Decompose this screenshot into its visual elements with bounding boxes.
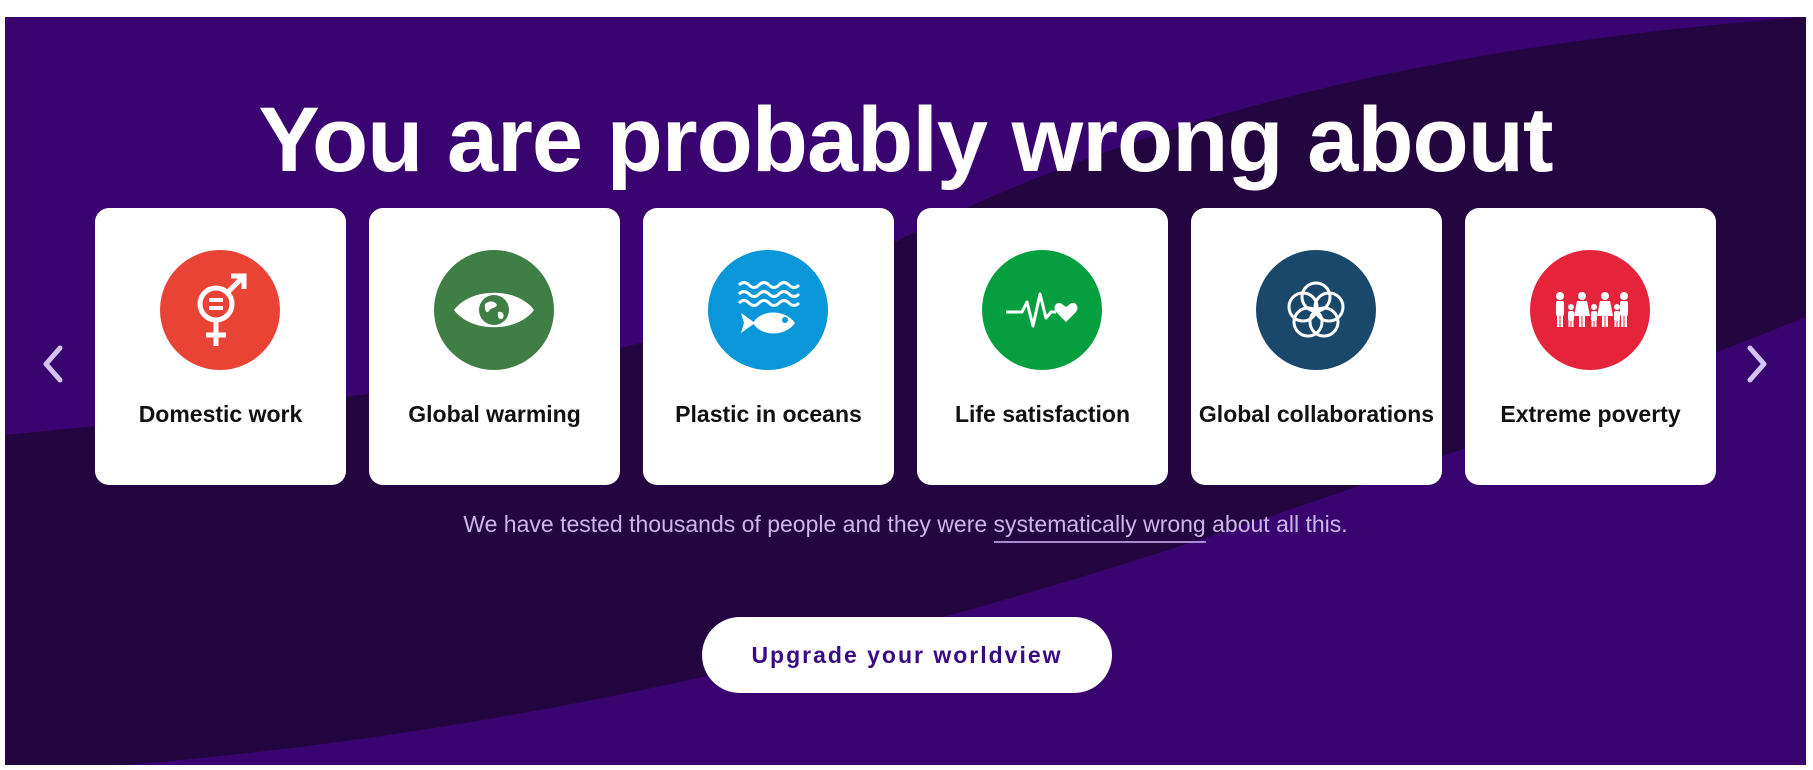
tagline: We have tested thousands of people and t… xyxy=(5,509,1806,543)
systematically-wrong-link[interactable]: systematically wrong xyxy=(993,511,1206,543)
interlocking-rings-icon xyxy=(1256,250,1376,370)
gender-equality-icon xyxy=(160,250,280,370)
page-title: You are probably wrong about xyxy=(258,89,1553,191)
topic-card-life-satisfaction[interactable]: Life satisfaction xyxy=(917,208,1168,485)
heartbeat-icon xyxy=(982,250,1102,370)
topic-card-plastic-in-oceans[interactable]: Plastic in oceans xyxy=(643,208,894,485)
topic-card-domestic-work[interactable]: Domestic work xyxy=(95,208,346,485)
upgrade-worldview-button[interactable]: Upgrade your worldview xyxy=(702,617,1112,693)
family-icon xyxy=(1530,250,1650,370)
tagline-text-after: about all this. xyxy=(1205,511,1348,537)
topic-card-label: Domestic work xyxy=(138,401,303,427)
climate-eye-icon xyxy=(434,250,554,370)
fish-waves-icon xyxy=(708,250,828,370)
carousel-next-button[interactable] xyxy=(1732,339,1782,389)
topic-carousel: Domestic work Global warming Plastic in … xyxy=(95,208,1719,485)
topic-card-label: Global warming xyxy=(408,401,581,427)
tagline-text-before: We have tested thousands of people and t… xyxy=(463,511,994,537)
topic-card-extreme-poverty[interactable]: Extreme poverty xyxy=(1465,208,1716,485)
chevron-right-icon xyxy=(1747,345,1767,383)
topic-card-global-collaborations[interactable]: Global collaborations xyxy=(1191,208,1442,485)
carousel-prev-button[interactable] xyxy=(28,339,78,389)
topic-card-global-warming[interactable]: Global warming xyxy=(369,208,620,485)
topic-card-label: Extreme poverty xyxy=(1500,401,1681,427)
topic-card-label: Global collaborations xyxy=(1198,401,1435,427)
topic-card-label: Plastic in oceans xyxy=(675,401,862,427)
topic-card-label: Life satisfaction xyxy=(954,401,1131,427)
hero-section: You are probably wrong about Domestic wo… xyxy=(5,17,1806,765)
chevron-left-icon xyxy=(43,345,63,383)
